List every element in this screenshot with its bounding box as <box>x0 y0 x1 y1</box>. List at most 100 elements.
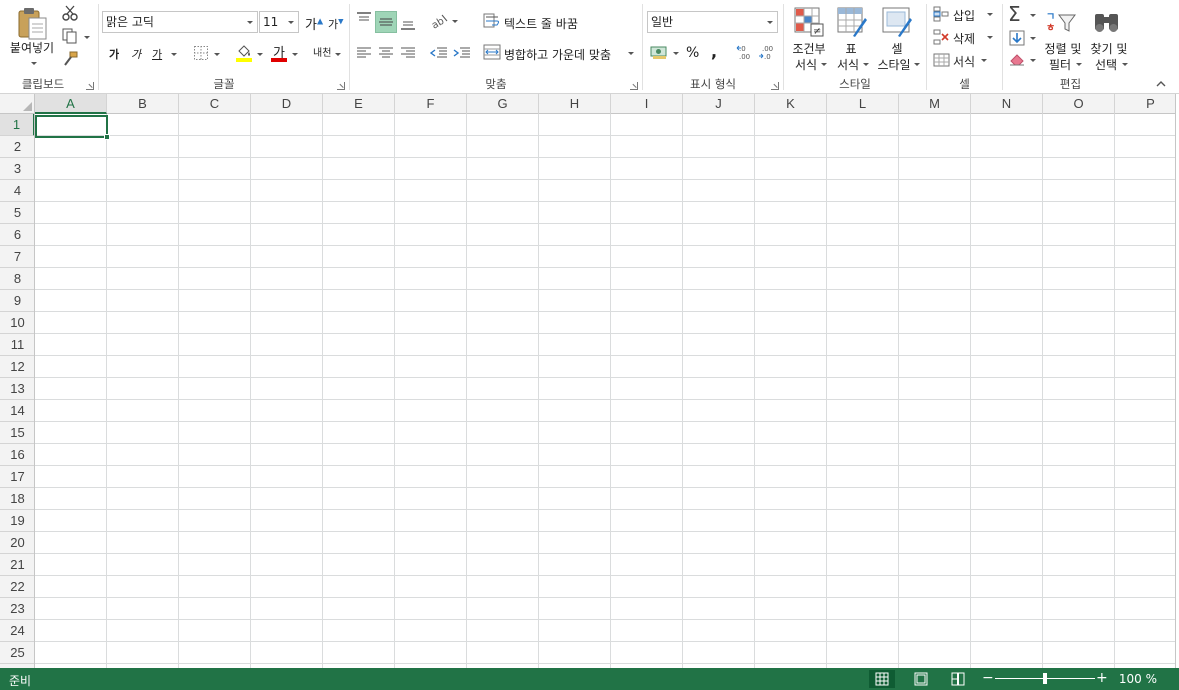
normal-view-button[interactable] <box>869 670 895 688</box>
column-header-b[interactable]: B <box>107 94 179 114</box>
number-launcher-icon[interactable] <box>771 82 779 90</box>
row-header-17[interactable]: 17 <box>0 466 34 488</box>
find-select-dropdown-icon[interactable] <box>1122 63 1128 66</box>
format-as-table-icon[interactable] <box>836 6 868 38</box>
find-select-label-2[interactable]: 선택 <box>1089 57 1123 73</box>
wrap-text-icon[interactable] <box>483 13 501 29</box>
format-as-table-label-2[interactable]: 서식 <box>830 57 866 73</box>
number-format-combo[interactable]: 일반 <box>647 11 778 33</box>
row-header-6[interactable]: 6 <box>0 224 34 246</box>
font-size-combo[interactable]: 11 <box>259 11 299 33</box>
autosum-icon[interactable]: Σ <box>1008 2 1021 26</box>
column-header-n[interactable]: N <box>971 94 1043 114</box>
fill-color-dropdown-icon[interactable] <box>257 53 263 56</box>
borders-dropdown-icon[interactable] <box>214 53 220 56</box>
format-dropdown-icon[interactable] <box>981 59 987 62</box>
vertical-scrollbar[interactable] <box>1175 94 1179 668</box>
clipboard-launcher-icon[interactable] <box>86 82 94 90</box>
grow-font-button[interactable]: 가▲ <box>305 14 323 33</box>
merge-center-icon[interactable] <box>483 44 501 60</box>
column-header-h[interactable]: H <box>539 94 611 114</box>
copy-icon[interactable] <box>62 28 78 44</box>
column-header-i[interactable]: I <box>611 94 683 114</box>
increase-indent-icon[interactable] <box>453 46 471 60</box>
decrease-decimal-icon[interactable]: .00.0 <box>758 43 776 61</box>
column-header-p[interactable]: P <box>1115 94 1179 114</box>
orientation-icon[interactable]: ab <box>430 12 450 32</box>
row-header-18[interactable]: 18 <box>0 488 34 510</box>
column-header-c[interactable]: C <box>179 94 251 114</box>
paste-dropdown-icon[interactable] <box>31 62 37 65</box>
row-header-7[interactable]: 7 <box>0 246 34 268</box>
zoom-slider-thumb[interactable] <box>1043 673 1047 684</box>
column-header-l[interactable]: L <box>827 94 899 114</box>
row-header-24[interactable]: 24 <box>0 620 34 642</box>
orientation-dropdown-icon[interactable] <box>452 20 458 23</box>
fill-handle[interactable] <box>104 134 110 140</box>
row-header-2[interactable]: 2 <box>0 136 34 158</box>
borders-icon[interactable] <box>193 45 209 61</box>
find-select-label-1[interactable]: 찾기 및 <box>1087 41 1131 57</box>
select-all-button[interactable] <box>0 94 35 114</box>
align-left-icon[interactable] <box>356 46 372 60</box>
column-header-j[interactable]: J <box>683 94 755 114</box>
sort-filter-label-2[interactable]: 필터 <box>1043 57 1077 73</box>
alignment-launcher-icon[interactable] <box>630 82 638 90</box>
row-header-20[interactable]: 20 <box>0 532 34 554</box>
row-header-10[interactable]: 10 <box>0 312 34 334</box>
conditional-dropdown-icon[interactable] <box>821 63 827 66</box>
zoom-in-button[interactable]: + <box>1096 671 1108 686</box>
active-cell[interactable] <box>35 115 108 138</box>
fill-dropdown-icon[interactable] <box>1030 37 1036 40</box>
row-header-25[interactable]: 25 <box>0 642 34 664</box>
underline-dropdown-icon[interactable] <box>171 53 177 56</box>
increase-decimal-icon[interactable]: .0.00 <box>736 43 754 61</box>
format-cells-button[interactable]: 서식 <box>953 53 975 70</box>
delete-dropdown-icon[interactable] <box>987 36 993 39</box>
underline-button[interactable]: 가 <box>152 46 162 62</box>
delete-cells-button[interactable]: 삭제 <box>953 30 975 47</box>
align-top-icon[interactable] <box>356 11 372 27</box>
zoom-out-button[interactable]: − <box>982 671 994 686</box>
row-header-22[interactable]: 22 <box>0 576 34 598</box>
font-name-combo[interactable]: 맑은 고딕 <box>102 11 258 33</box>
italic-button[interactable]: 가 <box>131 46 141 62</box>
column-header-k[interactable]: K <box>755 94 827 114</box>
font-color-button[interactable]: 가 <box>271 42 287 62</box>
clear-icon[interactable] <box>1009 52 1025 66</box>
percent-style-button[interactable]: % <box>686 45 699 61</box>
zoom-level[interactable]: 100 % <box>1119 672 1157 686</box>
row-header-8[interactable]: 8 <box>0 268 34 290</box>
cell-styles-label-1[interactable]: 셀 <box>882 41 912 57</box>
autosum-dropdown-icon[interactable] <box>1030 14 1036 17</box>
cell-styles-dropdown-icon[interactable] <box>914 63 920 66</box>
column-header-a[interactable]: A <box>35 94 107 114</box>
format-painter-icon[interactable] <box>62 51 78 67</box>
row-header-12[interactable]: 12 <box>0 356 34 378</box>
font-launcher-icon[interactable] <box>337 82 345 90</box>
cell-grid[interactable] <box>35 114 1175 668</box>
column-header-g[interactable]: G <box>467 94 539 114</box>
column-header-e[interactable]: E <box>323 94 395 114</box>
sort-filter-dropdown-icon[interactable] <box>1076 63 1082 66</box>
row-header-19[interactable]: 19 <box>0 510 34 532</box>
row-header-14[interactable]: 14 <box>0 400 34 422</box>
cell-styles-label-2[interactable]: 스타일 <box>872 57 916 73</box>
column-header-f[interactable]: F <box>395 94 467 114</box>
fill-color-icon[interactable] <box>235 43 253 63</box>
format-as-table-label-1[interactable]: 표 <box>836 41 866 57</box>
insert-dropdown-icon[interactable] <box>987 13 993 16</box>
delete-cells-icon[interactable] <box>933 29 951 45</box>
insert-cells-icon[interactable] <box>933 6 951 22</box>
paste-button[interactable]: 붙여넣기 <box>2 40 62 56</box>
format-as-table-dropdown-icon[interactable] <box>863 63 869 66</box>
phonetic-dropdown-icon[interactable] <box>335 53 341 56</box>
copy-dropdown-icon[interactable] <box>84 36 90 39</box>
conditional-formatting-icon[interactable]: ≠ <box>793 6 825 38</box>
row-header-13[interactable]: 13 <box>0 378 34 400</box>
phonetic-button[interactable]: 내천 <box>313 44 331 59</box>
row-header-21[interactable]: 21 <box>0 554 34 576</box>
wrap-text-button[interactable]: 텍스트 줄 바꿈 <box>504 15 578 32</box>
row-header-1[interactable]: 1 <box>0 114 34 136</box>
insert-cells-button[interactable]: 삽입 <box>953 7 975 24</box>
